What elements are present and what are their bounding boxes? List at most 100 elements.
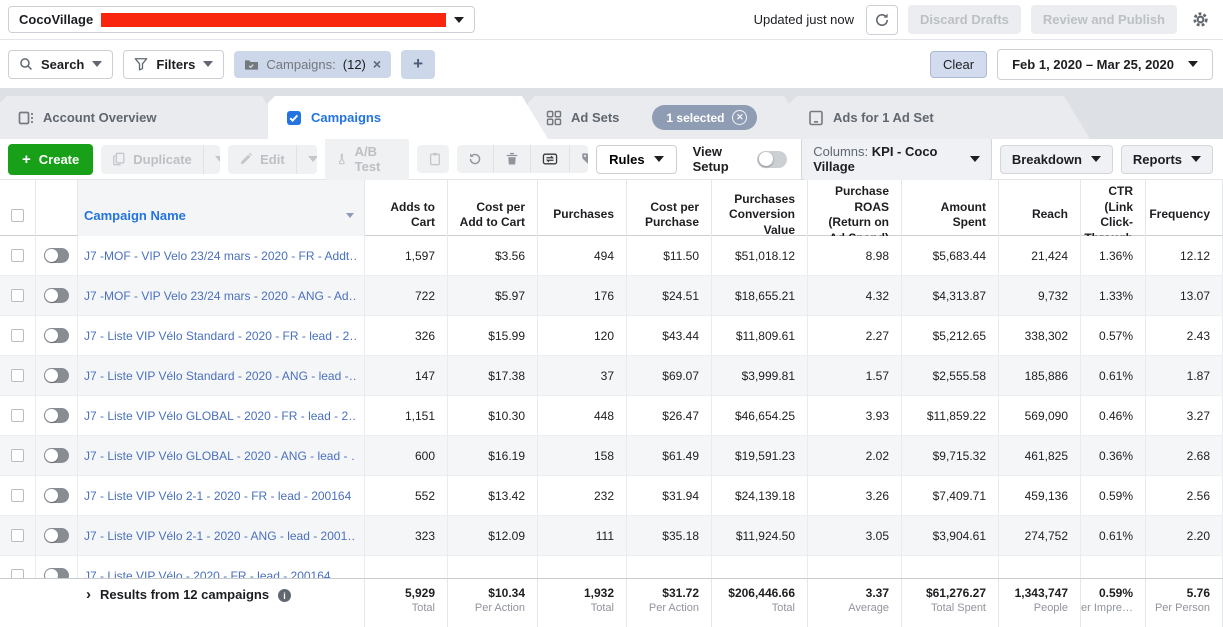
edit-dropdown[interactable] — [296, 145, 317, 174]
review-and-publish-button[interactable]: Review and Publish — [1031, 5, 1177, 34]
redacted-account-id — [101, 13, 446, 27]
close-icon[interactable]: × — [373, 57, 381, 71]
metric-cell: $3,999.81 — [712, 356, 808, 395]
metric-cell — [808, 556, 902, 578]
tag-button[interactable] — [569, 145, 589, 173]
campaign-name-link[interactable]: J7 - Liste VIP Vélo 2-1 - 2020 - FR - le… — [84, 489, 351, 503]
row-checkbox[interactable] — [11, 529, 24, 542]
add-filter-button[interactable]: + — [401, 50, 435, 79]
tab-ad-sets[interactable]: Ad Sets 1 selected ✕ — [528, 96, 810, 139]
filters-dropdown[interactable]: Filters — [123, 50, 224, 79]
campaign-name-link[interactable]: J7 -MOF - VIP Velo 23/24 mars - 2020 - A… — [84, 289, 356, 303]
clear-selection-icon[interactable]: ✕ — [732, 110, 747, 125]
metric-cell: 111 — [538, 516, 627, 555]
metric-cell: 185,886 — [999, 356, 1081, 395]
plus-icon: + — [413, 54, 423, 74]
tab-account-overview[interactable]: Account Overview — [0, 96, 288, 139]
metric-cell: 0.57% — [1081, 316, 1146, 355]
duplicate-button[interactable]: Duplicate — [101, 145, 203, 174]
row-checkbox[interactable] — [11, 569, 24, 578]
campaign-name-link[interactable]: J7 - Liste VIP Vélo GLOBAL - 2020 - ANG … — [84, 449, 356, 463]
campaign-toggle[interactable] — [44, 528, 69, 543]
campaign-toggle[interactable] — [44, 408, 69, 423]
campaign-toggle[interactable] — [44, 448, 69, 463]
tab-ads[interactable]: Ads for 1 Ad Set — [790, 96, 1090, 139]
metric-cell: $13.42 — [448, 476, 538, 515]
campaign-toggle[interactable] — [44, 568, 69, 578]
select-all-checkbox[interactable] — [11, 209, 24, 222]
row-checkbox[interactable] — [11, 369, 24, 382]
breakdown-dropdown[interactable]: Breakdown — [1000, 145, 1113, 174]
delete-button[interactable] — [493, 145, 530, 173]
refresh-button[interactable] — [866, 5, 898, 35]
row-checkbox[interactable] — [11, 329, 24, 342]
row-checkbox[interactable] — [11, 289, 24, 302]
table-row: J7 - Liste VIP Vélo GLOBAL - 2020 - FR -… — [0, 396, 1223, 436]
account-selector[interactable]: CocoVillage — [8, 6, 475, 33]
metric-cell: 8.98 — [808, 236, 902, 275]
rules-dropdown[interactable]: Rules — [596, 145, 676, 174]
metric-cell: $16.19 — [448, 436, 538, 475]
results-summary[interactable]: › Results from 12 campaigns i — [0, 579, 365, 627]
info-icon[interactable]: i — [278, 589, 291, 602]
table-row: J7 - Liste VIP Vélo Standard - 2020 - AN… — [0, 356, 1223, 396]
total-value: 0.59% — [1099, 586, 1133, 600]
row-toggle-cell — [36, 436, 78, 475]
ads-manager-screen: CocoVillage Updated just now Discard Dra… — [0, 0, 1223, 627]
level-tabs: Account Overview Campaigns Ad Sets 1 sel… — [0, 88, 1223, 139]
row-checkbox[interactable] — [11, 489, 24, 502]
row-select-cell — [0, 476, 36, 515]
campaign-toggle[interactable] — [44, 288, 69, 303]
total-cell: $10.34Per Action — [448, 579, 538, 627]
campaign-name-link[interactable]: J7 - Liste VIP Vélo - 2020 - FR - lead -… — [84, 569, 331, 579]
campaigns-filter-chip[interactable]: Campaigns: (12) × — [234, 51, 391, 78]
campaign-name-link[interactable]: J7 -MOF - VIP Velo 23/24 mars - 2020 - F… — [84, 249, 356, 263]
total-cell: 3.37Average — [808, 579, 902, 627]
campaign-toggle[interactable] — [44, 328, 69, 343]
clipboard-button[interactable] — [417, 145, 449, 173]
date-range-selector[interactable]: Feb 1, 2020 – Mar 25, 2020 — [997, 49, 1213, 80]
metric-cell: 232 — [538, 476, 627, 515]
metric-cell: 176 — [538, 276, 627, 315]
campaign-name-link[interactable]: J7 - Liste VIP Vélo GLOBAL - 2020 - FR -… — [84, 409, 356, 423]
row-checkbox[interactable] — [11, 249, 24, 262]
view-setup-control: View Setup — [693, 144, 788, 174]
tab-label: Ad Sets — [571, 110, 619, 125]
columns-dropdown[interactable]: Columns: KPI - Coco Village — [801, 137, 992, 181]
settings-gear-button[interactable] — [1187, 5, 1213, 35]
campaign-toggle[interactable] — [44, 368, 69, 383]
retry-button[interactable] — [457, 145, 493, 173]
campaign-toggle[interactable] — [44, 488, 69, 503]
campaign-name-link[interactable]: J7 - Liste VIP Vélo Standard - 2020 - FR… — [84, 329, 356, 343]
search-dropdown[interactable]: Search — [8, 50, 113, 79]
metric-cell: $26.47 — [627, 396, 712, 435]
view-setup-toggle[interactable] — [757, 151, 787, 168]
row-toggle-cell — [36, 236, 78, 275]
total-cell: $206,446.66Total — [712, 579, 808, 627]
clear-button[interactable]: Clear — [930, 51, 987, 78]
reports-dropdown[interactable]: Reports — [1121, 145, 1213, 174]
campaign-name-link[interactable]: J7 - Liste VIP Vélo Standard - 2020 - AN… — [84, 369, 356, 383]
metric-cell: 274,752 — [999, 516, 1081, 555]
tab-campaigns[interactable]: Campaigns — [268, 96, 548, 139]
metric-cell: 323 — [365, 516, 448, 555]
campaign-name-link[interactable]: J7 - Liste VIP Vélo 2-1 - 2020 - ANG - l… — [84, 529, 356, 543]
caret-down-icon — [1091, 156, 1101, 162]
metric-cell: $12.09 — [448, 516, 538, 555]
toggle-knob — [45, 289, 58, 302]
row-checkbox[interactable] — [11, 449, 24, 462]
chip-label: Campaigns: — [266, 57, 335, 72]
ab-test-button[interactable]: A/B Test — [325, 137, 409, 181]
discard-drafts-button[interactable]: Discard Drafts — [908, 5, 1021, 34]
metric-cell — [365, 556, 448, 578]
pixel-swap-button[interactable] — [530, 145, 569, 173]
edit-button[interactable]: Edit — [228, 145, 296, 174]
campaign-toggle[interactable] — [44, 248, 69, 263]
table-row: J7 - Liste VIP Vélo - 2020 - FR - lead -… — [0, 556, 1223, 578]
caret-down-icon — [1191, 156, 1201, 162]
caret-down-icon — [92, 61, 102, 67]
row-select-cell — [0, 436, 36, 475]
duplicate-dropdown[interactable] — [203, 145, 220, 174]
create-button[interactable]: + Create — [8, 144, 93, 175]
row-checkbox[interactable] — [11, 409, 24, 422]
